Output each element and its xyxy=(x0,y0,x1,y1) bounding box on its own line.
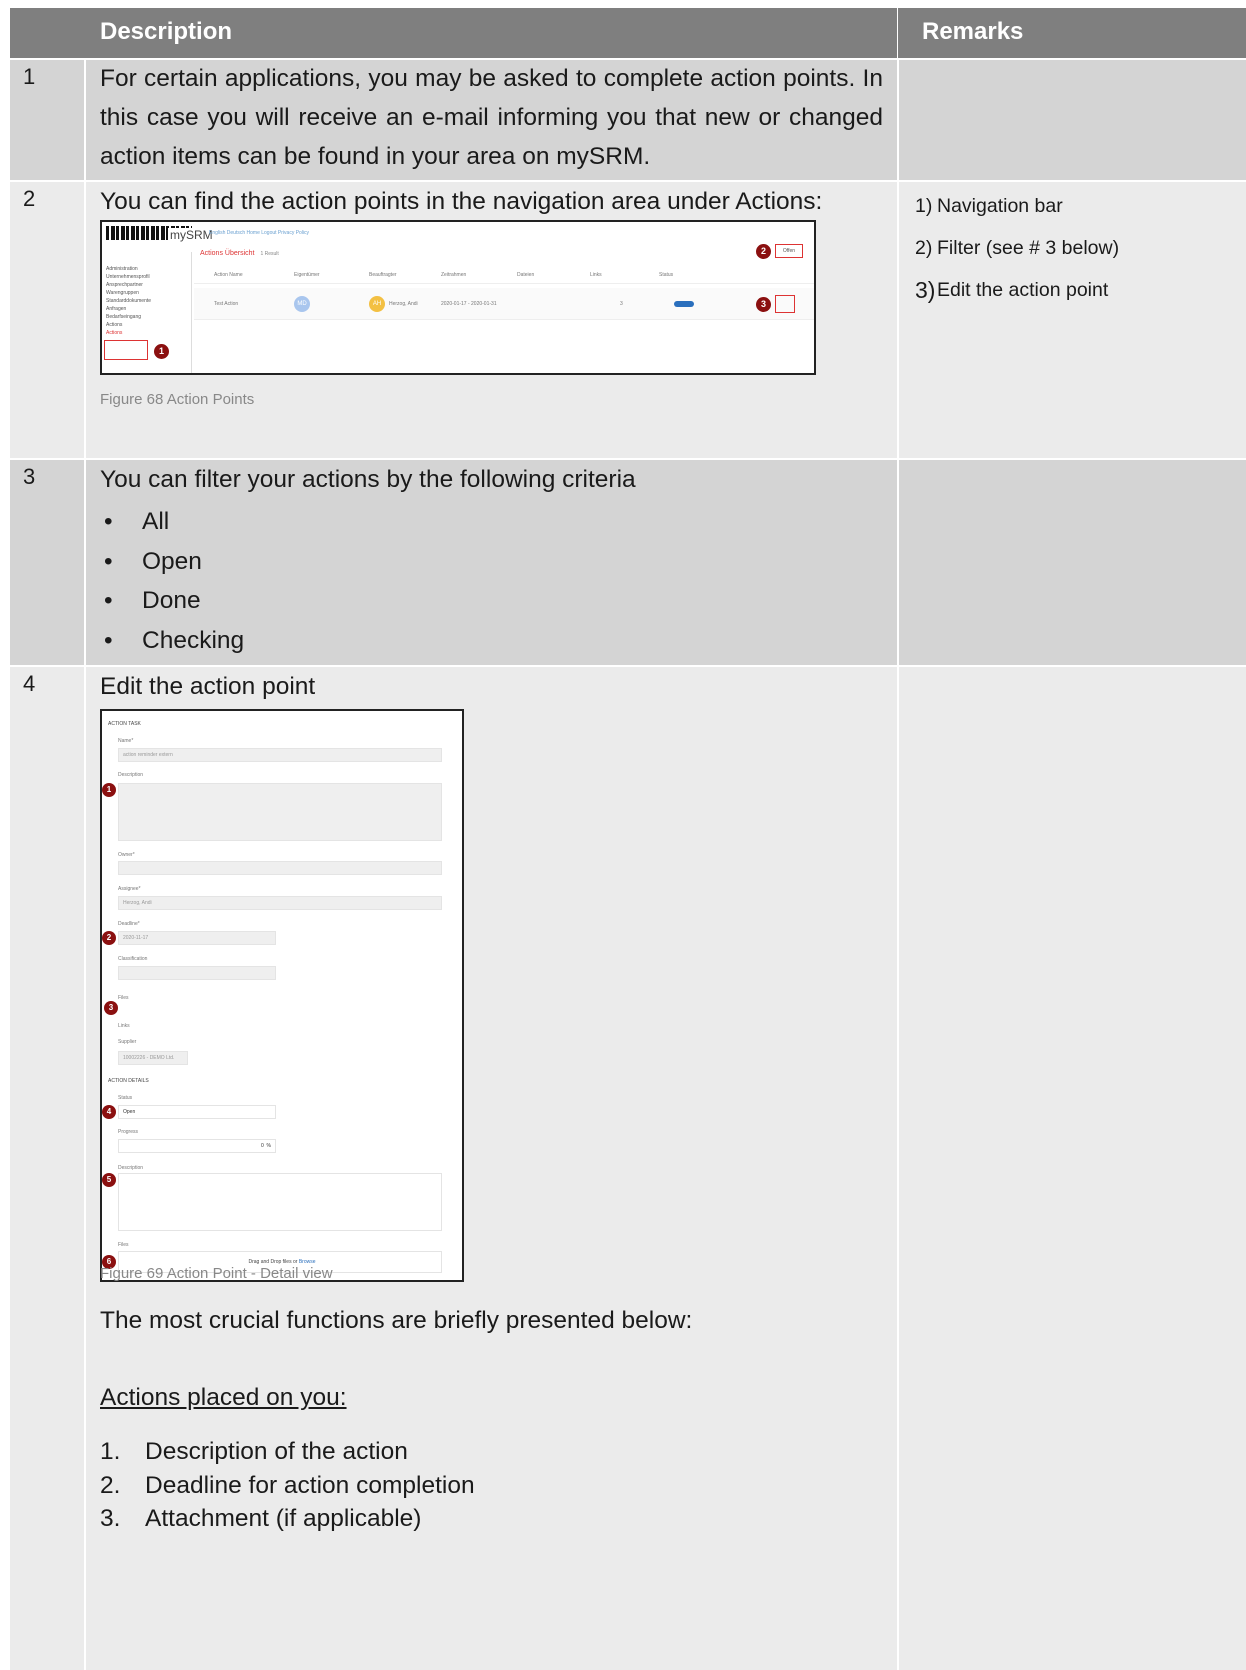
sidebar-item: Anfragen xyxy=(106,306,127,312)
overview-title: Actions Übersicht xyxy=(200,250,255,257)
top-links: English Deutsch Home Logout Privacy Poli… xyxy=(209,230,310,236)
sidebar-item: Unternehmensprofil xyxy=(106,274,150,280)
sidebar-item-actions: Actions xyxy=(106,330,123,336)
actions-list: 1. Description of the action 2. Deadline f… xyxy=(100,1435,475,1536)
table-row: 3 You can filter your actions by the fol… xyxy=(10,460,1246,665)
row-number: 3 xyxy=(10,460,85,665)
actions-highlight xyxy=(104,340,148,360)
brand-name: mySRM xyxy=(168,228,213,242)
remark-item: 1) Navigation bar xyxy=(915,195,1063,217)
table-row: 4 Edit the action point ACTION TASK Name… xyxy=(10,667,1246,1670)
action-row: Test Action MD AH Herzog, Andi 2020-01-1… xyxy=(194,288,814,320)
subheading: Actions placed on you: xyxy=(100,1384,347,1411)
marker-3: 3 xyxy=(756,297,771,312)
sidebar-item: Administration xyxy=(106,266,138,272)
table-head: Action Name Eigentümer Beauftragter Zeit… xyxy=(194,272,814,284)
status-badge xyxy=(674,301,694,307)
sidebar-item: Actions xyxy=(106,322,123,328)
header-description: Description xyxy=(86,8,898,58)
row-text: You can filter your actions by the follo… xyxy=(100,466,636,493)
list-item: 2. Deadline for action completion xyxy=(100,1471,475,1499)
figure-caption: Figure 68 Action Points xyxy=(100,391,255,408)
figure-caption: Figure 69 Action Point - Detail view xyxy=(100,1265,333,1282)
table-row: 2 You can find the action points in the … xyxy=(10,182,1246,458)
row-text: For certain applications, you may be ask… xyxy=(100,65,883,170)
list-item: • Checking xyxy=(104,626,245,654)
result-count: 1 Result xyxy=(260,251,279,257)
table-header: Description Remarks xyxy=(10,8,1246,58)
row-number: 1 xyxy=(10,60,85,180)
table-row: 1 For certain applications, you may be a… xyxy=(10,60,1246,180)
row-number: 2 xyxy=(10,182,85,458)
list-item: • Open xyxy=(104,547,202,575)
row-number: 4 xyxy=(10,667,85,1670)
row-text: You can find the action points in the na… xyxy=(100,188,823,215)
remark-item: 3) Edit the action point xyxy=(915,277,1109,303)
marker-2: 2 xyxy=(756,244,771,259)
actions-overview-screenshot: mySRM English Deutsch Home Logout Privac… xyxy=(100,220,816,375)
header-remarks: Remarks xyxy=(899,8,1246,58)
remarks-list: 1) Navigation bar 2) Filter (see # 3 below… xyxy=(899,182,1246,302)
remark-item: 2) Filter (see # 3 below) xyxy=(915,237,1120,259)
sidebar-item: Ansprechpartner xyxy=(106,282,143,288)
action-detail-screenshot: ACTION TASK Name* action reminder extern… xyxy=(100,709,464,1282)
sidebar-item: Warengruppen xyxy=(106,290,139,296)
filter-criteria-list: • All • Open • Done • Checking xyxy=(100,502,883,660)
edit-button-highlight xyxy=(775,295,795,313)
filter-dropdown: Offen xyxy=(775,244,803,258)
list-item: • Done xyxy=(104,587,201,614)
sidebar-item: Bedarfseingang xyxy=(106,314,142,320)
list-item: 3. Attachment (if applicable) xyxy=(100,1505,422,1532)
marker-1: 1 xyxy=(154,344,169,359)
sidebar-item: Standarddokumente xyxy=(106,298,152,304)
assignee-avatar: AH xyxy=(369,296,385,312)
list-item: • All xyxy=(104,508,170,535)
intro-text: The most crucial functions are briefly p… xyxy=(100,1307,693,1334)
owner-avatar: MD xyxy=(294,296,310,312)
list-item: 1. Description of the action xyxy=(100,1438,408,1465)
row-text: Edit the action point xyxy=(100,673,316,700)
